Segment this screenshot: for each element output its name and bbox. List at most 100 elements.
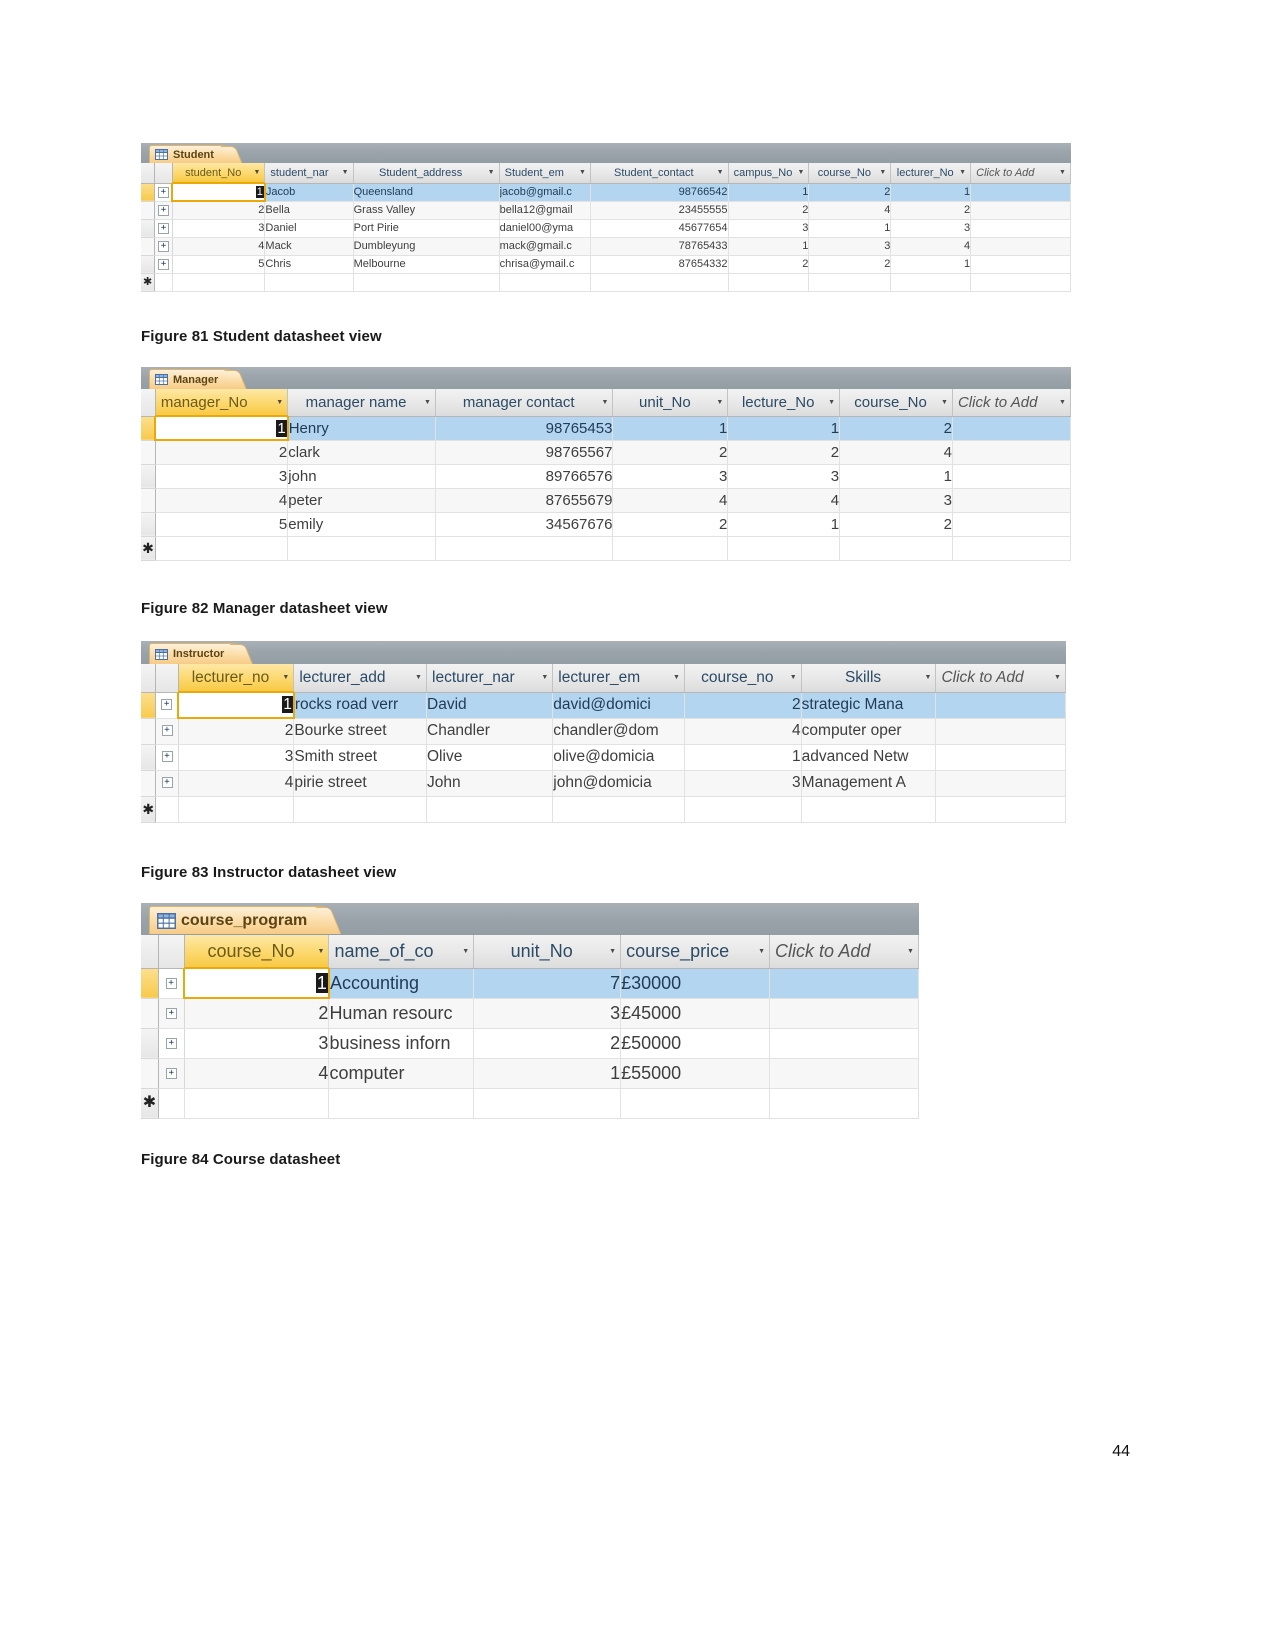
select-all-corner[interactable]	[141, 935, 159, 969]
cell-lecture-no[interactable]: 1	[727, 512, 841, 537]
new-record-asterisk-icon[interactable]: ✱	[141, 273, 156, 292]
cell-skills[interactable]: computer oper	[801, 718, 937, 745]
new-record-cell-student-contact[interactable]	[590, 273, 729, 292]
cell-student-em[interactable]: daniel00@yma	[499, 219, 591, 238]
cell-add-placeholder[interactable]	[970, 219, 1071, 238]
cell-add-placeholder[interactable]	[970, 255, 1071, 274]
cell-student-address[interactable]: Melbourne	[353, 255, 500, 274]
new-record-cell-student-em[interactable]	[499, 273, 591, 292]
column-header-campus-no[interactable]: campus_No ▼	[728, 163, 810, 184]
cell-student-no[interactable]: 1	[171, 182, 266, 202]
column-header-course-no[interactable]: course_No ▼	[184, 935, 330, 969]
new-record-cell-lecturer-add[interactable]	[293, 796, 427, 823]
cell-add-placeholder[interactable]	[769, 968, 919, 999]
new-record-row[interactable]: ✱	[141, 1088, 919, 1119]
cell-add-placeholder[interactable]	[935, 692, 1066, 719]
row-expander-cell[interactable]: +	[155, 692, 179, 719]
plus-icon[interactable]: +	[161, 751, 173, 763]
plus-icon[interactable]: +	[161, 777, 173, 789]
cell-student-address[interactable]: Queensland	[353, 183, 500, 202]
cell-course-no[interactable]: 3	[839, 488, 953, 513]
cell-manager-no[interactable]: 4	[155, 488, 289, 513]
datasheet-table[interactable]: manager_No ▼ manager name ▼ manager contact ▼…	[141, 389, 1072, 561]
cell-add-placeholder[interactable]	[952, 464, 1072, 489]
column-header-name-of-co[interactable]: name_of_co ▼	[328, 935, 475, 969]
row-selector[interactable]	[141, 237, 156, 256]
new-record-cell-course-no[interactable]	[184, 1088, 330, 1119]
table-row[interactable]: 5 emily 34567676 2 1 2	[141, 512, 1072, 537]
cell-course-no[interactable]: 1	[808, 219, 892, 238]
cell-lecturer-no[interactable]: 3	[178, 744, 295, 771]
cell-manager-contact[interactable]: 89766576	[435, 464, 614, 489]
new-record-row[interactable]: ✱	[141, 536, 1072, 561]
chevron-down-icon[interactable]: ▼	[316, 948, 325, 955]
cell-course-no[interactable]: 1	[839, 464, 953, 489]
column-header-lecturer-em[interactable]: lecturer_em ▼	[552, 664, 685, 693]
cell-student-nar[interactable]: Jacob	[264, 183, 354, 202]
datasheet-window-course-program[interactable]: course_program course_No ▼ name_of_co ▼ unit…	[141, 903, 919, 1119]
table-row[interactable]: 2 clark 98765567 2 2 4	[141, 440, 1072, 465]
cell-student-contact[interactable]: 78765433	[590, 237, 729, 256]
select-all-corner[interactable]	[141, 389, 156, 417]
column-header-lecturer-nar[interactable]: lecturer_nar ▼	[426, 664, 554, 693]
new-record-cell-student-nar[interactable]	[264, 273, 354, 292]
row-expander-cell[interactable]: +	[158, 998, 185, 1029]
row-selector[interactable]	[141, 718, 157, 745]
table-row[interactable]: +3 Smith street Olive olive@domicia 1 advance…	[141, 744, 1066, 771]
cell-manager-name[interactable]: clark	[287, 440, 436, 465]
new-record-asterisk-icon[interactable]: ✱	[141, 1088, 159, 1119]
cell-lecture-no[interactable]: 3	[727, 464, 841, 489]
cell-lecturer-em[interactable]: olive@domicia	[552, 744, 685, 771]
cell-lecturer-no[interactable]: 3	[890, 219, 972, 238]
datasheet-window-student[interactable]: Student student_No ▼ student_nar ▼ Student_a…	[141, 143, 1071, 292]
column-header-course-price[interactable]: course_price ▼	[620, 935, 771, 969]
new-record-cell-student-address[interactable]	[353, 273, 500, 292]
row-selector[interactable]	[141, 440, 156, 465]
cell-course-no[interactable]: 4	[184, 1058, 330, 1089]
cell-add-placeholder[interactable]	[952, 416, 1072, 441]
row-expander-cell[interactable]: +	[158, 968, 185, 999]
cell-course-no[interactable]: 3	[684, 770, 802, 797]
chevron-down-icon[interactable]: ▼	[940, 399, 949, 406]
tab-manager[interactable]: Manager	[149, 369, 236, 389]
cell-unit-no[interactable]: 7	[473, 968, 622, 999]
row-selector[interactable]	[141, 692, 157, 719]
click-to-add-column-header[interactable]: Click to Add ▼	[970, 163, 1071, 184]
row-selector[interactable]	[141, 998, 159, 1029]
plus-icon[interactable]: +	[165, 978, 177, 990]
datasheet-window-instructor[interactable]: Instructor lecturer_no ▼ lecturer_add ▼ lect…	[141, 641, 1066, 823]
datasheet-grid-student[interactable]: student_No ▼ student_nar ▼ Student_address ▼ S…	[141, 163, 1071, 292]
cell-unit-no[interactable]: 1	[612, 416, 729, 441]
new-record-asterisk-icon[interactable]: ✱	[141, 796, 157, 823]
datasheet-grid-manager[interactable]: manager_No ▼ manager name ▼ manager contact ▼…	[141, 389, 1072, 561]
cell-student-nar[interactable]: Mack	[264, 237, 354, 256]
row-selector[interactable]	[141, 201, 156, 220]
chevron-down-icon[interactable]: ▼	[578, 169, 587, 176]
row-expander-cell[interactable]: +	[154, 255, 173, 274]
row-expander-cell[interactable]: +	[154, 219, 173, 238]
cell-skills[interactable]: strategic Mana	[801, 692, 937, 719]
table-row[interactable]: 3 john 89766576 3 3 1	[141, 464, 1072, 489]
cell-unit-no[interactable]: 1	[473, 1058, 622, 1089]
plus-icon[interactable]: +	[165, 1038, 177, 1050]
column-header-manager-name[interactable]: manager name ▼	[287, 389, 436, 417]
new-record-cell-course-no[interactable]	[808, 273, 892, 292]
new-record-cell-name-of-co[interactable]	[328, 1088, 475, 1119]
table-row[interactable]: +4 pirie street John john@domicia 3 Managemen…	[141, 770, 1066, 797]
new-record-cell-lecturer-em[interactable]	[552, 796, 685, 823]
new-record-cell-lecturer-no[interactable]	[178, 796, 295, 823]
cell-lecture-no[interactable]: 4	[727, 488, 841, 513]
cell-add-placeholder[interactable]	[952, 488, 1072, 513]
cell-unit-no[interactable]: 3	[612, 464, 729, 489]
chevron-down-icon[interactable]: ▼	[789, 674, 798, 681]
row-selector[interactable]	[141, 968, 159, 999]
row-expander-cell[interactable]: +	[155, 744, 179, 771]
column-header-unit-no[interactable]: unit_No ▼	[473, 935, 622, 969]
cell-student-address[interactable]: Port Pirie	[353, 219, 500, 238]
column-header-unit-no[interactable]: unit_No ▼	[612, 389, 729, 417]
table-row[interactable]: +1 Jacob Queensland jacob@gmail.c 98766542 1 2…	[141, 182, 1071, 202]
row-expander-cell[interactable]: +	[154, 201, 173, 220]
cell-course-price[interactable]: £55000	[620, 1058, 771, 1089]
cell-lecturer-nar[interactable]: Chandler	[426, 718, 554, 745]
click-to-add-column-header[interactable]: Click to Add ▼	[769, 935, 919, 969]
